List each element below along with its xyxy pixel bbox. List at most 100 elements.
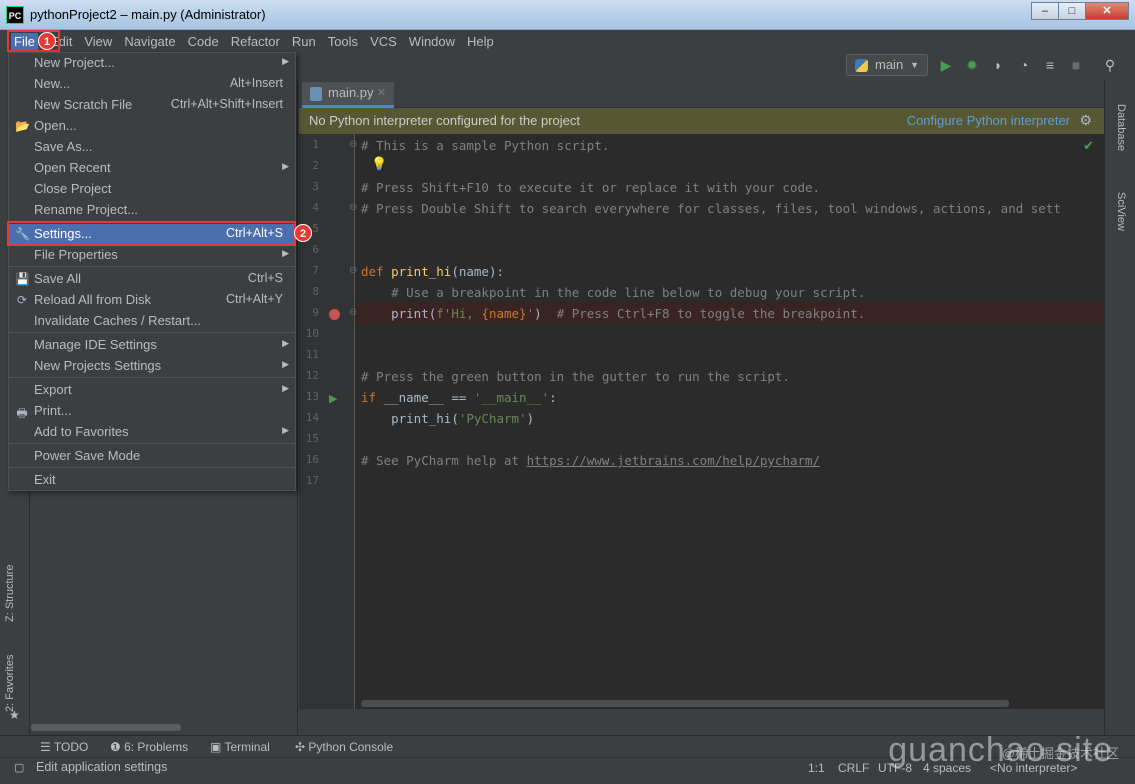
- menu-print[interactable]: 🖶 Print...: [9, 401, 295, 422]
- minimize-button[interactable]: –: [1031, 2, 1059, 20]
- menu-invalidate-caches[interactable]: Invalidate Caches / Restart...: [9, 311, 295, 332]
- line-number: 2: [312, 159, 319, 172]
- step-badge-1: 1: [38, 32, 56, 50]
- debug-icon[interactable]: ✹: [964, 57, 980, 73]
- code-line-1: # This is a sample Python script.: [361, 138, 610, 153]
- code-line-4: # Press Double Shift to search everywher…: [361, 201, 1061, 216]
- save-icon: 💾: [15, 272, 30, 286]
- file-menu-dropdown: New Project... ▶ New... Alt+Insert New Scr…: [8, 52, 296, 491]
- layout-icon[interactable]: ▢: [14, 761, 24, 774]
- right-tool-strip: Database SciView: [1104, 80, 1135, 735]
- fold-icon[interactable]: ⊖: [349, 202, 357, 213]
- list-icon: ☰: [40, 740, 54, 754]
- fold-icon[interactable]: ⊖: [349, 265, 357, 276]
- watermark-community: @稀土掘金技术社区: [1001, 746, 1119, 761]
- maximize-button[interactable]: □: [1058, 2, 1086, 20]
- editor-gutter: 1 2 3 4 5 6 7 8 9 10 11 12 13 14 15 16 1…: [299, 134, 357, 709]
- menu-open-recent[interactable]: Open Recent ▶: [9, 158, 295, 179]
- interpreter-warning-banner: No Python interpreter configured for the…: [299, 108, 1104, 134]
- menu-manage-ide-settings[interactable]: Manage IDE Settings ▶: [9, 335, 295, 356]
- line-number: 11: [305, 348, 319, 361]
- todo-tab[interactable]: ☰ TODO: [40, 740, 88, 754]
- code-line-13: if __name__ == '__main__':: [361, 390, 557, 405]
- python-console-icon: ✣: [295, 740, 309, 754]
- line-number: 13: [305, 390, 319, 403]
- editor-horizontal-scrollbar[interactable]: [361, 700, 1009, 707]
- python-icon: [855, 59, 868, 72]
- menu-help[interactable]: Help: [467, 34, 494, 49]
- menu-exit[interactable]: Exit: [9, 470, 295, 491]
- profile-icon[interactable]: ◔: [1016, 57, 1032, 73]
- structure-tool-tab[interactable]: Z: Structure: [4, 565, 16, 622]
- line-number: 15: [305, 432, 319, 445]
- menu-close-project[interactable]: Close Project: [9, 179, 295, 200]
- menu-power-save-mode[interactable]: Power Save Mode: [9, 446, 295, 467]
- pycharm-help-link[interactable]: https://www.jetbrains.com/help/pycharm/: [527, 453, 821, 468]
- status-message: Edit application settings: [36, 760, 168, 774]
- menu-open[interactable]: 📂 Open...: [9, 116, 295, 137]
- close-tab-icon[interactable]: ✕: [377, 82, 386, 104]
- project-panel-scrollbar[interactable]: [31, 724, 181, 731]
- coverage-icon[interactable]: ◗: [990, 57, 1006, 73]
- menu-new-projects-settings[interactable]: New Projects Settings ▶: [9, 356, 295, 377]
- menu-code[interactable]: Code: [188, 34, 219, 49]
- lightbulb-icon[interactable]: 💡: [371, 156, 387, 172]
- menu-window[interactable]: Window: [409, 34, 455, 49]
- caret-position[interactable]: 1:1: [808, 761, 825, 775]
- menu-vcs[interactable]: VCS: [370, 34, 397, 49]
- breakpoint-icon[interactable]: [329, 309, 340, 320]
- menu-add-to-favorites[interactable]: Add to Favorites ▶: [9, 422, 295, 443]
- step-badge-2: 2: [294, 224, 312, 242]
- menu-file-properties[interactable]: File Properties ▶: [9, 245, 295, 266]
- menu-new-scratch-file[interactable]: New Scratch File Ctrl+Alt+Shift+Insert: [9, 95, 295, 116]
- code-line-3: # Press Shift+F10 to execute it or repla…: [361, 180, 821, 195]
- menu-separator: [9, 332, 295, 333]
- menu-export[interactable]: Export ▶: [9, 380, 295, 401]
- menu-new-project[interactable]: New Project... ▶: [9, 53, 295, 74]
- menu-new[interactable]: New... Alt+Insert: [9, 74, 295, 95]
- problems-tab[interactable]: ❶ 6: Problems: [110, 740, 188, 754]
- close-window-button[interactable]: ✕: [1085, 2, 1129, 20]
- code-editor[interactable]: 1 2 3 4 5 6 7 8 9 10 11 12 13 14 15 16 1…: [299, 134, 1104, 709]
- python-console-tab[interactable]: ✣ Python Console: [295, 740, 393, 754]
- menu-save-as[interactable]: Save As...: [9, 137, 295, 158]
- menu-separator: [9, 266, 295, 267]
- sciview-tool-tab[interactable]: SciView: [1115, 192, 1127, 231]
- run-icon[interactable]: ▶: [938, 57, 954, 73]
- tab-main-py[interactable]: main.py ✕: [302, 82, 394, 108]
- menu-run[interactable]: Run: [292, 34, 316, 49]
- stop-icon[interactable]: ■: [1068, 57, 1084, 73]
- configure-interpreter-link[interactable]: Configure Python interpreter: [907, 113, 1070, 128]
- code-line-16: # See PyCharm help at https://www.jetbra…: [361, 453, 821, 468]
- favorites-tool-tab[interactable]: 2: Favorites: [4, 655, 16, 712]
- menu-separator: [9, 443, 295, 444]
- menu-save-all[interactable]: 💾 Save All Ctrl+S: [9, 269, 295, 290]
- menu-separator: [9, 377, 295, 378]
- line-number: 12: [305, 369, 319, 382]
- build-icon[interactable]: ≡: [1042, 57, 1058, 73]
- menu-view[interactable]: View: [84, 34, 112, 49]
- code-line-9: print(f'Hi, {name}') # Press Ctrl+F8 to …: [391, 306, 866, 321]
- menu-navigate[interactable]: Navigate: [124, 34, 175, 49]
- database-tool-tab[interactable]: Database: [1115, 104, 1127, 151]
- menu-rename-project[interactable]: Rename Project...: [9, 200, 295, 221]
- menubar: File Edit View Navigate Code Refactor Ru…: [0, 30, 1135, 52]
- run-gutter-icon[interactable]: ▶: [329, 392, 337, 405]
- search-icon[interactable]: ⚲: [1102, 57, 1118, 73]
- line-number: 17: [305, 474, 319, 487]
- terminal-tab[interactable]: ▣ Terminal: [210, 740, 270, 754]
- line-number: 3: [312, 180, 319, 193]
- gear-icon[interactable]: ⚙: [1079, 112, 1092, 129]
- line-number: 9: [312, 306, 319, 319]
- line-separator[interactable]: CRLF: [838, 761, 869, 775]
- refresh-icon: ⟳: [16, 293, 28, 307]
- fold-icon[interactable]: ⊖: [349, 139, 357, 150]
- code-line-8: # Use a breakpoint in the code line belo…: [391, 285, 866, 300]
- menu-separator: [9, 467, 295, 468]
- menu-reload-all[interactable]: ⟳ Reload All from Disk Ctrl+Alt+Y: [9, 290, 295, 311]
- line-number: 10: [305, 327, 319, 340]
- menu-tools[interactable]: Tools: [328, 34, 358, 49]
- editor-tab-bar: main.py ✕: [299, 80, 1104, 108]
- menu-refactor[interactable]: Refactor: [231, 34, 280, 49]
- run-configuration-selector[interactable]: main ▼: [846, 54, 928, 76]
